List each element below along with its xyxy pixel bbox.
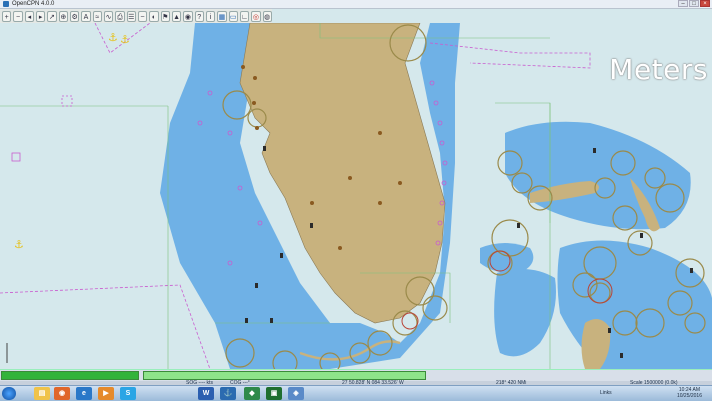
media-player-icon[interactable]: ▶ (98, 387, 114, 400)
current-icon[interactable]: ≈ (93, 11, 102, 22)
tray-links-label[interactable]: Links (600, 390, 612, 396)
close-button[interactable]: × (700, 0, 710, 7)
opencpn-taskbar-icon[interactable]: ⚓ (220, 387, 236, 400)
lifebuoy-icon[interactable]: ◍ (263, 11, 272, 22)
ais-icon[interactable]: ▲ (172, 11, 181, 22)
route-manager-icon[interactable]: ☰ (127, 11, 136, 22)
text-icon[interactable]: A (81, 11, 90, 22)
grid-icon[interactable]: ▦ (217, 11, 226, 22)
app-7-icon[interactable]: ◆ (244, 387, 260, 400)
clock-date: 10/25/2016 (677, 393, 702, 399)
settings-icon[interactable]: ⚙ (70, 11, 79, 22)
window-controls: – □ × (677, 0, 710, 8)
app-9-icon[interactable]: ◈ (288, 387, 304, 400)
system-clock[interactable]: 10:24 AM 10/25/2016 (677, 387, 702, 399)
start-button[interactable] (2, 387, 16, 400)
ruler-icon[interactable]: ∟ (240, 11, 249, 22)
firefox-icon[interactable]: ◉ (54, 387, 70, 400)
auto-follow-icon[interactable]: ⊕ (59, 11, 68, 22)
main-toolbar: +−◂▸↗⊕⚙A≈∿⎙☰~◐⚑▲◉?i▦▭∟◎◍ (0, 9, 272, 24)
app-8-icon[interactable]: ▣ (266, 387, 282, 400)
color-scheme-icon[interactable]: ◐ (149, 11, 158, 22)
internet-explorer-icon[interactable]: e (76, 387, 92, 400)
globe-icon[interactable]: ◎ (251, 11, 260, 22)
window-title: OpenCPN 4.0.0 (12, 0, 54, 8)
minimize-button[interactable]: – (678, 0, 688, 7)
opencpn-app-icon (3, 1, 9, 7)
zoom-in-icon[interactable]: + (2, 11, 11, 22)
zoom-out-icon[interactable]: − (13, 11, 22, 22)
windows-taskbar: ▤ ◉ e ▶ S W ⚓ ◆ ▣ ◈ Links 10:24 AM 10/25… (0, 385, 712, 401)
track-icon[interactable]: ~ (138, 11, 147, 22)
nautical-chart: ⚓⚓⚓ (0, 23, 712, 369)
windows-explorer-icon[interactable]: ▤ (34, 387, 50, 400)
mob-icon[interactable]: ⚑ (161, 11, 170, 22)
svg-text:⚓: ⚓ (120, 33, 130, 46)
progress-fill-left (2, 372, 138, 379)
svg-text:⚓: ⚓ (108, 31, 118, 44)
gps-icon[interactable]: ◉ (183, 11, 192, 22)
units-watermark: Meters (609, 53, 708, 86)
tide-icon[interactable]: ∿ (104, 11, 113, 22)
word-icon[interactable]: W (198, 387, 214, 400)
svg-text:⚓: ⚓ (14, 238, 24, 251)
help-icon[interactable]: ? (195, 11, 204, 22)
dashboard-icon[interactable]: ▭ (229, 11, 238, 22)
scale-out-icon[interactable]: ▸ (36, 11, 45, 22)
skype-icon[interactable]: S (120, 387, 136, 400)
chart-canvas[interactable]: ⚓⚓⚓ Meters (0, 23, 712, 369)
maximize-button[interactable]: □ (689, 0, 699, 7)
info-icon[interactable]: i (206, 11, 215, 22)
route-icon[interactable]: ↗ (47, 11, 56, 22)
window-titlebar: OpenCPN 4.0.0 – □ × (0, 0, 712, 9)
print-icon[interactable]: ⎙ (115, 11, 124, 22)
progress-fill-main (144, 372, 425, 379)
scale-in-icon[interactable]: ◂ (25, 11, 34, 22)
chart-load-progress-left (1, 371, 139, 380)
